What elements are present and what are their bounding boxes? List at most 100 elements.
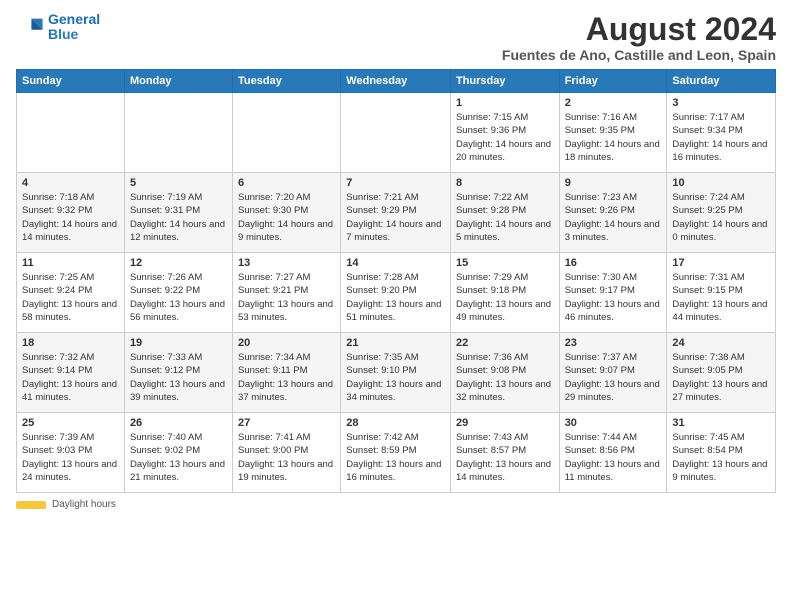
calendar-cell: 8 Sunrise: 7:22 AMSunset: 9:28 PMDaylight… xyxy=(450,173,559,253)
day-number: 29 xyxy=(456,417,554,429)
day-info: Sunrise: 7:27 AMSunset: 9:21 PMDaylight:… xyxy=(238,271,335,324)
day-info: Sunrise: 7:24 AMSunset: 9:25 PMDaylight:… xyxy=(672,191,770,244)
day-number: 12 xyxy=(130,257,227,269)
day-info: Sunrise: 7:23 AMSunset: 9:26 PMDaylight:… xyxy=(565,191,662,244)
weekday-header-sunday: Sunday xyxy=(17,70,125,93)
day-info: Sunrise: 7:41 AMSunset: 9:00 PMDaylight:… xyxy=(238,431,335,484)
day-number: 10 xyxy=(672,177,770,189)
day-info: Sunrise: 7:29 AMSunset: 9:18 PMDaylight:… xyxy=(456,271,554,324)
day-number: 24 xyxy=(672,337,770,349)
calendar-cell: 22 Sunrise: 7:36 AMSunset: 9:08 PMDayligh… xyxy=(450,333,559,413)
day-info: Sunrise: 7:17 AMSunset: 9:34 PMDaylight:… xyxy=(672,111,770,164)
day-info: Sunrise: 7:45 AMSunset: 8:54 PMDaylight:… xyxy=(672,431,770,484)
calendar-cell: 14Sunrise: 7:28 AMSunset: 9:20 PMDayligh… xyxy=(341,253,451,333)
daylight-bar-icon xyxy=(16,501,46,509)
calendar-cell: 1 Sunrise: 7:15 AMSunset: 9:36 PMDaylight… xyxy=(450,93,559,173)
day-number: 28 xyxy=(346,417,445,429)
week-row-4: 18 Sunrise: 7:32 AMSunset: 9:14 PMDayligh… xyxy=(17,333,776,413)
day-info: Sunrise: 7:31 AMSunset: 9:15 PMDaylight:… xyxy=(672,271,770,324)
day-number: 23 xyxy=(565,337,662,349)
day-number: 22 xyxy=(456,337,554,349)
calendar-cell xyxy=(17,93,125,173)
day-info: Sunrise: 7:20 AMSunset: 9:30 PMDaylight:… xyxy=(238,191,335,244)
day-number: 9 xyxy=(565,177,662,189)
calendar-cell: 9 Sunrise: 7:23 AMSunset: 9:26 PMDaylight… xyxy=(559,173,667,253)
day-info: Sunrise: 7:44 AMSunset: 8:56 PMDaylight:… xyxy=(565,431,662,484)
day-number: 19 xyxy=(130,337,227,349)
day-number: 2 xyxy=(565,97,662,109)
calendar-cell: 27Sunrise: 7:41 AMSunset: 9:00 PMDayligh… xyxy=(233,413,341,493)
weekday-header-monday: Monday xyxy=(124,70,232,93)
logo-icon xyxy=(16,13,44,41)
day-info: Sunrise: 7:25 AMSunset: 9:24 PMDaylight:… xyxy=(22,271,119,324)
calendar-cell: 19 Sunrise: 7:33 AMSunset: 9:12 PMDayligh… xyxy=(124,333,232,413)
calendar-cell: 24 Sunrise: 7:38 AMSunset: 9:05 PMDayligh… xyxy=(667,333,776,413)
day-info: Sunrise: 7:21 AMSunset: 9:29 PMDaylight:… xyxy=(346,191,445,244)
calendar-cell: 23 Sunrise: 7:37 AMSunset: 9:07 PMDayligh… xyxy=(559,333,667,413)
day-number: 5 xyxy=(130,177,227,189)
day-info: Sunrise: 7:34 AMSunset: 9:11 PMDaylight:… xyxy=(238,351,335,404)
day-number: 3 xyxy=(672,97,770,109)
day-info: Sunrise: 7:43 AMSunset: 8:57 PMDaylight:… xyxy=(456,431,554,484)
calendar-cell xyxy=(124,93,232,173)
day-number: 26 xyxy=(130,417,227,429)
calendar-table: SundayMondayTuesdayWednesdayThursdayFrid… xyxy=(16,69,776,493)
day-info: Sunrise: 7:36 AMSunset: 9:08 PMDaylight:… xyxy=(456,351,554,404)
calendar-cell: 13Sunrise: 7:27 AMSunset: 9:21 PMDayligh… xyxy=(233,253,341,333)
day-number: 15 xyxy=(456,257,554,269)
calendar-cell xyxy=(341,93,451,173)
subtitle: Fuentes de Ano, Castille and Leon, Spain xyxy=(502,47,776,63)
calendar-cell: 12 Sunrise: 7:26 AMSunset: 9:22 PMDayligh… xyxy=(124,253,232,333)
week-row-2: 4 Sunrise: 7:18 AMSunset: 9:32 PMDaylight… xyxy=(17,173,776,253)
calendar-header-row: SundayMondayTuesdayWednesdayThursdayFrid… xyxy=(17,70,776,93)
footer: Daylight hours xyxy=(16,499,776,510)
main-title: August 2024 xyxy=(502,12,776,47)
day-number: 25 xyxy=(22,417,119,429)
day-info: Sunrise: 7:19 AMSunset: 9:31 PMDaylight:… xyxy=(130,191,227,244)
day-info: Sunrise: 7:22 AMSunset: 9:28 PMDaylight:… xyxy=(456,191,554,244)
day-number: 17 xyxy=(672,257,770,269)
weekday-header-thursday: Thursday xyxy=(450,70,559,93)
calendar-cell: 6Sunrise: 7:20 AMSunset: 9:30 PMDaylight… xyxy=(233,173,341,253)
logo: General Blue xyxy=(16,12,100,43)
day-info: Sunrise: 7:15 AMSunset: 9:36 PMDaylight:… xyxy=(456,111,554,164)
calendar-cell: 5 Sunrise: 7:19 AMSunset: 9:31 PMDaylight… xyxy=(124,173,232,253)
day-info: Sunrise: 7:16 AMSunset: 9:35 PMDaylight:… xyxy=(565,111,662,164)
day-info: Sunrise: 7:38 AMSunset: 9:05 PMDaylight:… xyxy=(672,351,770,404)
day-number: 21 xyxy=(346,337,445,349)
calendar-cell: 21Sunrise: 7:35 AMSunset: 9:10 PMDayligh… xyxy=(341,333,451,413)
weekday-header-saturday: Saturday xyxy=(667,70,776,93)
day-number: 16 xyxy=(565,257,662,269)
calendar-cell: 26Sunrise: 7:40 AMSunset: 9:02 PMDayligh… xyxy=(124,413,232,493)
calendar-cell: 29 Sunrise: 7:43 AMSunset: 8:57 PMDayligh… xyxy=(450,413,559,493)
calendar-cell: 4 Sunrise: 7:18 AMSunset: 9:32 PMDaylight… xyxy=(17,173,125,253)
calendar-cell: 16Sunrise: 7:30 AMSunset: 9:17 PMDayligh… xyxy=(559,253,667,333)
title-area: August 2024 Fuentes de Ano, Castille and… xyxy=(502,12,776,63)
calendar-cell: 15 Sunrise: 7:29 AMSunset: 9:18 PMDayligh… xyxy=(450,253,559,333)
day-info: Sunrise: 7:33 AMSunset: 9:12 PMDaylight:… xyxy=(130,351,227,404)
day-number: 30 xyxy=(565,417,662,429)
day-info: Sunrise: 7:28 AMSunset: 9:20 PMDaylight:… xyxy=(346,271,445,324)
day-number: 1 xyxy=(456,97,554,109)
day-number: 7 xyxy=(346,177,445,189)
calendar-cell: 3 Sunrise: 7:17 AMSunset: 9:34 PMDaylight… xyxy=(667,93,776,173)
weekday-header-friday: Friday xyxy=(559,70,667,93)
day-number: 4 xyxy=(22,177,119,189)
day-number: 20 xyxy=(238,337,335,349)
day-info: Sunrise: 7:18 AMSunset: 9:32 PMDaylight:… xyxy=(22,191,119,244)
week-row-1: 1 Sunrise: 7:15 AMSunset: 9:36 PMDaylight… xyxy=(17,93,776,173)
day-info: Sunrise: 7:37 AMSunset: 9:07 PMDaylight:… xyxy=(565,351,662,404)
week-row-3: 11Sunrise: 7:25 AMSunset: 9:24 PMDayligh… xyxy=(17,253,776,333)
calendar-cell: 28Sunrise: 7:42 AMSunset: 8:59 PMDayligh… xyxy=(341,413,451,493)
calendar-cell: 11Sunrise: 7:25 AMSunset: 9:24 PMDayligh… xyxy=(17,253,125,333)
logo-text: General Blue xyxy=(48,12,100,43)
weekday-header-wednesday: Wednesday xyxy=(341,70,451,93)
day-number: 8 xyxy=(456,177,554,189)
day-info: Sunrise: 7:26 AMSunset: 9:22 PMDaylight:… xyxy=(130,271,227,324)
day-number: 18 xyxy=(22,337,119,349)
day-info: Sunrise: 7:32 AMSunset: 9:14 PMDaylight:… xyxy=(22,351,119,404)
calendar-cell xyxy=(233,93,341,173)
day-number: 31 xyxy=(672,417,770,429)
calendar-cell: 31 Sunrise: 7:45 AMSunset: 8:54 PMDayligh… xyxy=(667,413,776,493)
calendar-cell: 30 Sunrise: 7:44 AMSunset: 8:56 PMDayligh… xyxy=(559,413,667,493)
